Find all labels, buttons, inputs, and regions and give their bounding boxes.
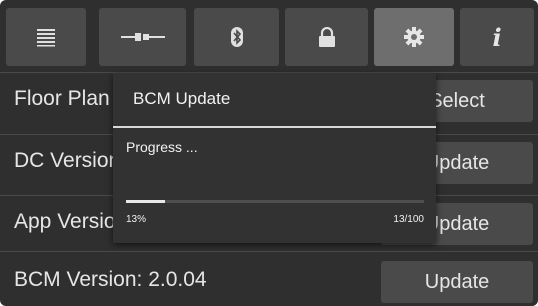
progress-count: 13/100 bbox=[393, 214, 424, 225]
tab-info[interactable]: i bbox=[460, 8, 534, 66]
dc-version-label: DC Version bbox=[14, 149, 121, 172]
tab-bluetooth[interactable] bbox=[194, 8, 279, 66]
list-icon bbox=[35, 27, 57, 47]
app-version-label: App Version bbox=[14, 210, 128, 233]
gear-icon bbox=[404, 27, 424, 47]
lock-icon bbox=[318, 27, 336, 47]
settings-screen: i Floor Plan Select DC Version Update Ap… bbox=[0, 0, 538, 306]
tab-connection[interactable] bbox=[99, 8, 186, 66]
progress-bar bbox=[126, 200, 424, 203]
floor-plan-label: Floor Plan bbox=[14, 87, 110, 110]
dialog-title: BCM Update bbox=[133, 89, 231, 108]
tab-settings[interactable] bbox=[374, 8, 454, 66]
tab-lock[interactable] bbox=[285, 8, 368, 66]
cable-connector-icon bbox=[120, 32, 165, 42]
bcm-version-label: BCM Version: 2.0.04 bbox=[14, 268, 207, 291]
dialog-divider bbox=[113, 126, 436, 128]
bcm-update-dialog: BCM Update Progress ... 13% 13/100 bbox=[113, 73, 436, 243]
bluetooth-icon bbox=[230, 27, 244, 47]
progress-message: Progress ... bbox=[126, 139, 198, 155]
tab-bar: i bbox=[6, 8, 534, 68]
row-bcm-version: BCM Version: 2.0.04 Update bbox=[0, 251, 538, 305]
info-icon: i bbox=[492, 22, 502, 52]
bcm-update-button[interactable]: Update bbox=[381, 261, 533, 303]
progress-bar-fill bbox=[126, 200, 165, 203]
tab-list[interactable] bbox=[6, 8, 86, 66]
progress-percent: 13% bbox=[126, 214, 147, 225]
